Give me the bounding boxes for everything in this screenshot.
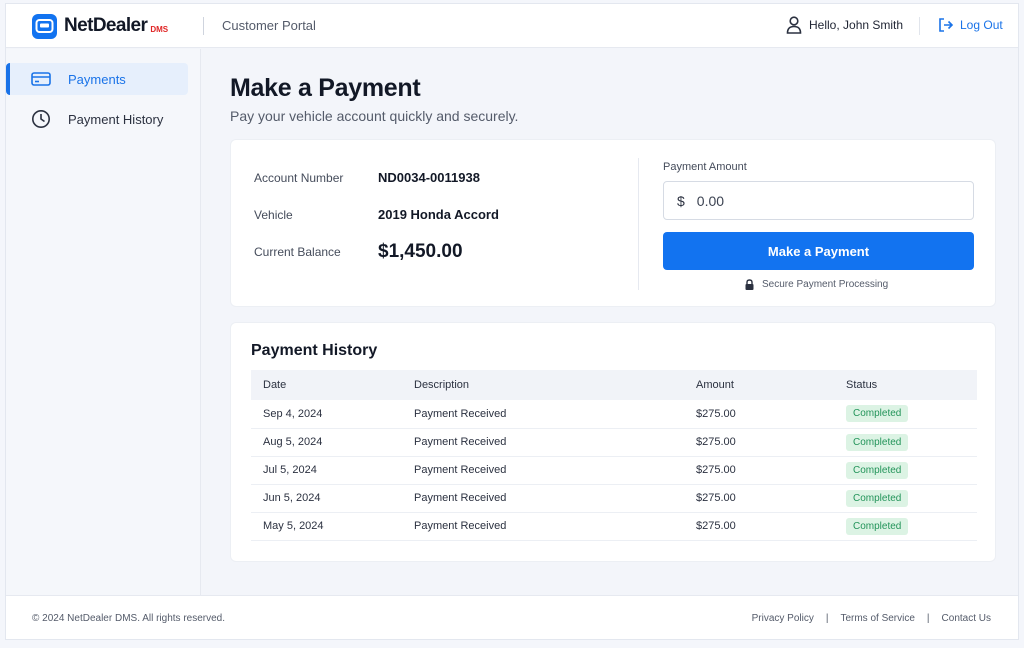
card-divider — [638, 158, 639, 290]
cell-status: Completed — [846, 456, 977, 485]
secure-note: Secure Payment Processing — [745, 279, 888, 290]
terms-of-service-link[interactable]: Terms of Service — [840, 613, 914, 624]
top-header: NetDealer DMS Customer Portal Hello, Joh… — [6, 4, 1018, 48]
status-badge: Completed — [846, 517, 909, 535]
brand-suffix: DMS — [150, 25, 169, 34]
footer-links: Privacy Policy | Terms of Service | Cont… — [752, 613, 991, 624]
table-row[interactable]: Jun 5, 2024 Payment Received $275.00 Com… — [251, 484, 977, 513]
cell-status: Completed — [846, 400, 977, 429]
cell-date: Jul 5, 2024 — [251, 456, 414, 485]
balance-label: Current Balance — [254, 245, 341, 259]
page-subtitle: Pay your vehicle account quickly and sec… — [230, 108, 519, 124]
portal-window: NetDealer DMS Customer Portal Hello, Joh… — [5, 3, 1019, 640]
cell-description: Payment Received — [414, 456, 696, 485]
payment-amount-field[interactable]: $ — [663, 181, 974, 220]
account-number-label: Account Number — [254, 171, 344, 185]
secure-note-text: Secure Payment Processing — [762, 279, 889, 290]
clock-icon — [30, 109, 52, 129]
header-divider — [203, 17, 204, 35]
payment-history-card: Payment History Date Description Amount … — [230, 322, 996, 562]
cell-description: Payment Received — [414, 428, 696, 457]
column-header-amount[interactable]: Amount — [696, 370, 846, 400]
user-menu[interactable]: Hello, John Smith — [786, 16, 903, 34]
column-header-status[interactable]: Status — [846, 370, 977, 400]
cell-amount: $275.00 — [696, 484, 846, 513]
table-header-row: Date Description Amount Status — [251, 370, 977, 400]
table-row[interactable]: Jul 5, 2024 Payment Received $275.00 Com… — [251, 456, 977, 485]
page-title: Make a Payment — [230, 74, 421, 102]
sidebar: Payments Payment History — [6, 49, 201, 595]
user-icon — [786, 16, 802, 34]
account-summary-card: Account Number ND0034-0011938 Vehicle 20… — [230, 139, 996, 307]
cell-amount: $275.00 — [696, 428, 846, 457]
credit-card-icon — [30, 71, 52, 87]
balance-value: $1,450.00 — [378, 241, 463, 262]
portal-title: Customer Portal — [222, 18, 316, 33]
table-row[interactable]: Aug 5, 2024 Payment Received $275.00 Com… — [251, 428, 977, 457]
cell-date: May 5, 2024 — [251, 512, 414, 541]
cell-date: Aug 5, 2024 — [251, 428, 414, 457]
make-payment-button[interactable]: Make a Payment — [663, 232, 974, 270]
sidebar-item-payment-history[interactable]: Payment History — [8, 103, 188, 135]
cell-amount: $275.00 — [696, 400, 846, 429]
contact-us-link[interactable]: Contact Us — [942, 613, 991, 624]
cell-status: Completed — [846, 484, 977, 513]
footer: © 2024 NetDealer DMS. All rights reserve… — [6, 595, 1018, 639]
footer-separator: | — [926, 613, 930, 624]
cell-date: Sep 4, 2024 — [251, 400, 414, 429]
cell-amount: $275.00 — [696, 512, 846, 541]
logout-label: Log Out — [960, 18, 1003, 32]
history-title: Payment History — [251, 342, 378, 359]
copyright-text: © 2024 NetDealer DMS. All rights reserve… — [32, 613, 226, 624]
cell-amount: $275.00 — [696, 456, 846, 485]
column-header-date[interactable]: Date — [251, 370, 414, 400]
sidebar-item-label: Payments — [68, 71, 126, 87]
car-logo-icon — [32, 13, 57, 39]
footer-separator: | — [825, 613, 829, 624]
status-badge: Completed — [846, 433, 909, 451]
privacy-policy-link[interactable]: Privacy Policy — [752, 613, 814, 624]
cell-status: Completed — [846, 428, 977, 457]
cell-description: Payment Received — [414, 512, 696, 541]
brand-logo[interactable]: NetDealer DMS — [32, 13, 168, 39]
logout-icon — [939, 18, 954, 32]
status-badge: Completed — [846, 405, 909, 423]
vehicle-value: 2019 Honda Accord — [378, 207, 499, 222]
vehicle-label: Vehicle — [254, 208, 293, 222]
cell-status: Completed — [846, 512, 977, 541]
column-header-description[interactable]: Description — [414, 370, 696, 400]
cell-date: Jun 5, 2024 — [251, 484, 414, 513]
user-greeting: Hello, John Smith — [809, 18, 904, 32]
payment-history-table: Date Description Amount Status Sep 4, 20… — [251, 370, 977, 541]
account-number-value: ND0034-0011938 — [378, 170, 480, 185]
sidebar-item-payments[interactable]: Payments — [6, 63, 188, 95]
cell-description: Payment Received — [414, 484, 696, 513]
payment-amount-input[interactable] — [696, 192, 937, 209]
cell-description: Payment Received — [414, 400, 696, 429]
lock-icon — [745, 279, 754, 290]
sidebar-item-label: Payment History — [68, 111, 164, 127]
payment-amount-label: Payment Amount — [663, 161, 747, 173]
brand-name: NetDealer — [64, 15, 148, 36]
status-badge: Completed — [846, 461, 909, 479]
table-row[interactable]: May 5, 2024 Payment Received $275.00 Com… — [251, 512, 977, 541]
currency-symbol: $ — [677, 192, 685, 209]
logout-button[interactable]: Log Out — [938, 17, 1003, 33]
status-badge: Completed — [846, 489, 909, 507]
table-row[interactable]: Sep 4, 2024 Payment Received $275.00 Com… — [251, 400, 977, 429]
header-divider — [919, 17, 920, 35]
